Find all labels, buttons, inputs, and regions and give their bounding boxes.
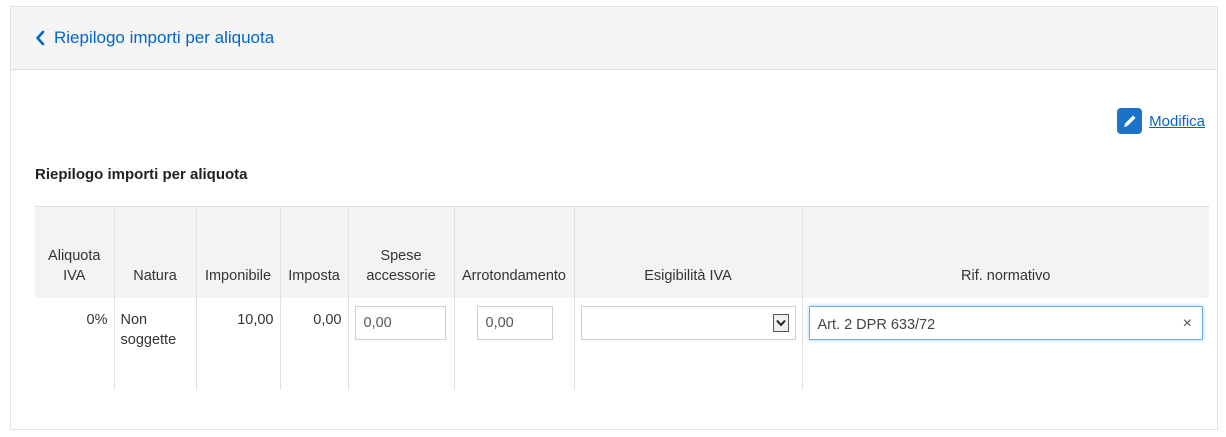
table-header-row: Aliquota IVA Natura Imponibile Imposta S… xyxy=(35,206,1209,298)
cell-arrotondamento xyxy=(453,298,574,390)
header-arrotondamento: Arrotondamento xyxy=(453,206,574,298)
cell-imponibile: 10,00 xyxy=(195,298,280,390)
caret-down-icon[interactable] xyxy=(772,314,789,332)
rif-normativo-input[interactable]: Art. 2 DPR 633/72 × xyxy=(808,306,1203,340)
close-icon[interactable]: × xyxy=(1183,314,1192,334)
cell-spese xyxy=(347,298,454,390)
table-row: 0% Non soggette 10,00 0,00 0,00 0,00 Art… xyxy=(35,298,1209,390)
modifica-button[interactable]: Modifica xyxy=(1117,108,1205,134)
riepilogo-panel: Riepilogo importi per aliquota Modifica … xyxy=(10,6,1218,430)
panel-header: Riepilogo importi per aliquota xyxy=(11,7,1217,70)
section-title: Riepilogo importi per aliquota xyxy=(35,166,248,183)
header-rif: Rif. normativo xyxy=(801,206,1209,298)
esigibilita-select[interactable] xyxy=(580,306,796,340)
header-imposta: Imposta xyxy=(279,206,348,298)
pencil-icon xyxy=(1117,108,1143,134)
cell-rif: Art. 2 DPR 633/72 × xyxy=(801,298,1209,390)
header-spese: Spese accessorie xyxy=(347,206,454,298)
back-link-label: Riepilogo importi per aliquota xyxy=(54,28,275,47)
cell-esigibilita xyxy=(573,298,802,390)
spese-accessorie-input[interactable] xyxy=(354,306,446,340)
modifica-label: Modifica xyxy=(1149,112,1205,130)
arrotondamento-input[interactable] xyxy=(476,306,553,340)
cell-natura: Non soggette xyxy=(113,298,196,390)
header-aliquota: Aliquota IVA xyxy=(35,206,114,298)
rif-normativo-value: Art. 2 DPR 633/72 xyxy=(817,317,936,333)
aliquote-table: Aliquota IVA Natura Imponibile Imposta S… xyxy=(35,206,1209,390)
chevron-left-icon xyxy=(36,30,45,46)
header-imponibile: Imponibile xyxy=(195,206,280,298)
header-esigibilita: Esigibilità IVA xyxy=(573,206,802,298)
back-link[interactable]: Riepilogo importi per aliquota xyxy=(35,28,274,48)
cell-aliquota: 0% xyxy=(86,312,108,328)
cell-imposta: 0,00 xyxy=(279,298,348,390)
header-natura: Natura xyxy=(113,206,196,298)
